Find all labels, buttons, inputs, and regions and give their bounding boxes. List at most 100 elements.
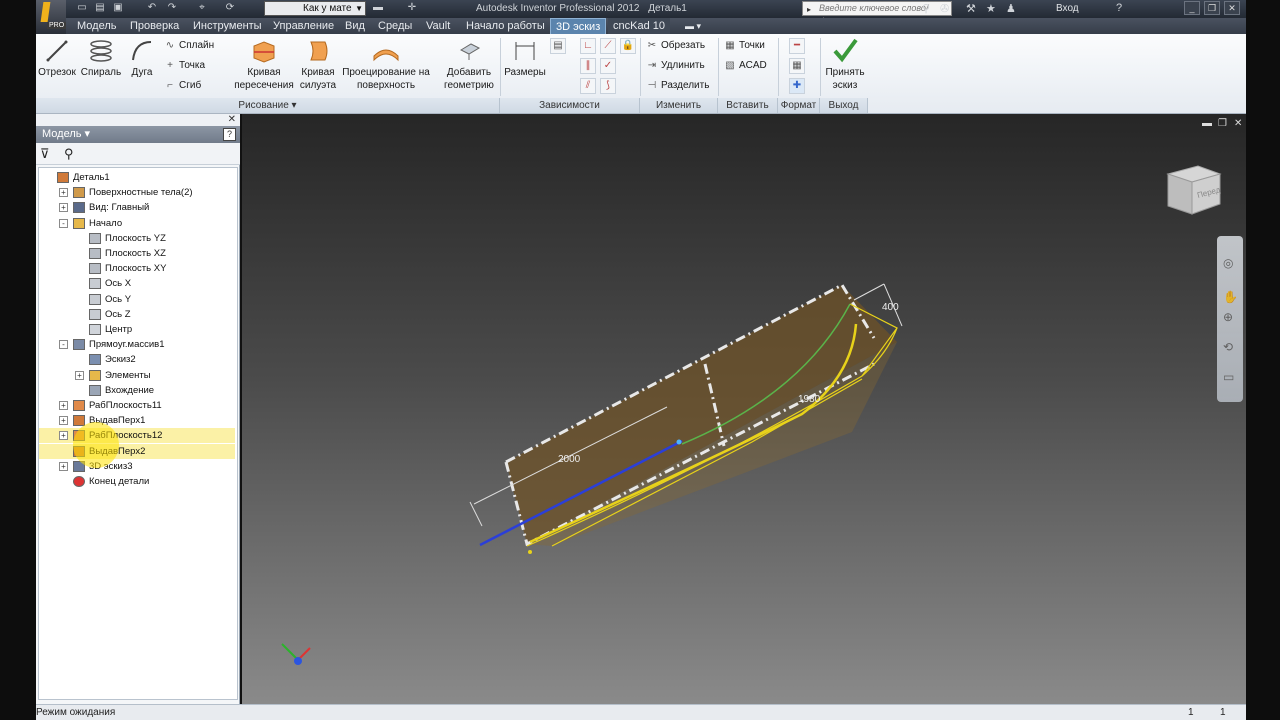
tree-item[interactable]: Вхождение	[39, 383, 235, 398]
tree-item[interactable]: Плоскость YZ	[39, 231, 235, 246]
tree-item[interactable]: + Элементы	[39, 368, 235, 383]
tab-model[interactable]: Модель	[72, 18, 121, 34]
minimize-button[interactable]: _	[1184, 1, 1200, 15]
redo-icon[interactable]: ↷	[166, 2, 178, 14]
help-icon[interactable]: ?	[1116, 2, 1122, 14]
find-binoculars-icon[interactable]: ⚲	[64, 146, 74, 162]
binoculars-icon[interactable]: ⚲	[922, 2, 930, 15]
tree-item[interactable]: + РабПлоскость11	[39, 398, 235, 413]
tree-item[interactable]: Ось Z	[39, 307, 235, 322]
import-points-button[interactable]: ▦ Точки	[724, 39, 765, 52]
tree-item[interactable]: ВыдавПерх2	[39, 443, 235, 459]
construction-icon[interactable]: ━	[789, 38, 805, 54]
arc-button[interactable]: Дуга	[124, 38, 160, 79]
open-icon[interactable]: ▤	[94, 2, 106, 14]
tab-vault[interactable]: Vault	[421, 18, 455, 34]
tree-item[interactable]: + ВыдавПерх1	[39, 413, 235, 428]
tree-expander-icon[interactable]: +	[59, 401, 68, 410]
tree-item[interactable]: Центр	[39, 322, 235, 337]
tree-expander-icon[interactable]: +	[59, 431, 68, 441]
collinear-icon[interactable]: ⫽	[580, 78, 596, 94]
coincident-icon[interactable]: ✓	[600, 58, 616, 74]
tree-item[interactable]: + Вид: Главный	[39, 200, 235, 215]
silhouette-curve-button[interactable]: Кривая силуэта	[298, 38, 338, 92]
tree-expander-icon[interactable]: +	[59, 416, 68, 426]
inventor-logo[interactable]: PRO	[36, 0, 67, 34]
intersection-curve-button[interactable]: Кривая пересечения	[232, 38, 296, 92]
tab-cnckad[interactable]: cncKad 10	[608, 18, 670, 34]
tree-item[interactable]: +3D эскиз3	[39, 459, 235, 474]
smooth-icon[interactable]: ⟆	[600, 78, 616, 94]
tab-3d-sketch[interactable]: 3D эскиз	[550, 18, 607, 34]
restore-button[interactable]: ❐	[1204, 1, 1220, 15]
helix-button[interactable]: Спираль	[80, 38, 122, 79]
trim-button[interactable]: ✂ Обрезать	[646, 39, 705, 52]
tree-item[interactable]: + РабПлоскость12	[39, 428, 235, 444]
tree-expander-icon[interactable]: +	[75, 370, 84, 380]
tree-expander-icon[interactable]: +	[59, 203, 68, 213]
fix-lock-icon[interactable]: 🔒	[620, 38, 636, 54]
tab-view[interactable]: Вид	[340, 18, 370, 34]
tab-tools[interactable]: Инструменты	[188, 18, 267, 34]
tools-icon[interactable]: ✇	[940, 2, 949, 15]
axis-icon	[89, 293, 101, 305]
tab-get-started[interactable]: Начало работы	[461, 18, 550, 34]
dimension-button[interactable]: Размеры	[502, 38, 548, 79]
login-link[interactable]: Вход	[1056, 3, 1079, 14]
star-icon[interactable]: ★	[986, 2, 996, 15]
split-button[interactable]: ⊣ Разделить	[646, 79, 710, 92]
browser-close-icon[interactable]: ✕	[228, 114, 236, 125]
trim-icon: ✂	[647, 40, 657, 51]
acad-button[interactable]: ▧ ACAD	[724, 59, 767, 72]
tab-manage[interactable]: Управление	[268, 18, 339, 34]
filter-icon[interactable]: ⊽	[40, 146, 50, 162]
tangent-icon[interactable]: ⟋	[600, 38, 616, 54]
tree-item-label: Плоскость XY	[105, 263, 167, 275]
perpendicular-icon[interactable]: ∟	[580, 38, 596, 54]
browser-help-icon[interactable]: ?	[223, 128, 236, 141]
tree-item[interactable]: Ось Y	[39, 292, 235, 307]
point-button[interactable]: + Точка	[164, 59, 205, 72]
tree-item[interactable]: + Поверхностные тела(2)	[39, 185, 235, 200]
parallel-icon[interactable]: ∥	[580, 58, 596, 74]
user-icon[interactable]: ♟	[1006, 2, 1016, 15]
tree-expander-icon[interactable]: +	[59, 461, 68, 471]
browser-header[interactable]: Модель ▾ ?	[36, 126, 240, 143]
tree-item[interactable]: - Прямоуг.массив1	[39, 337, 235, 352]
measure-icon[interactable]: ✛	[406, 2, 418, 14]
wrench-icon[interactable]: ⚒	[966, 2, 976, 15]
ribbon-display-toggle-icon[interactable]: ▬ ▾	[680, 18, 706, 34]
undo-icon[interactable]: ↶	[146, 2, 158, 14]
close-button[interactable]: ✕	[1224, 1, 1240, 15]
save-icon[interactable]: ▣	[112, 2, 124, 14]
project-to-surface-button[interactable]: Проецирование на поверхность	[338, 38, 434, 92]
tree-item[interactable]: Ось X	[39, 276, 235, 291]
bend-button[interactable]: ⌐ Сгиб	[164, 79, 201, 92]
format-grid-icon[interactable]: ✚	[789, 78, 805, 94]
include-geometry-button[interactable]: Добавить геометрию	[440, 38, 498, 92]
color-swatch-icon[interactable]: ▬	[372, 2, 384, 14]
tree-item[interactable]: Плоскость XZ	[39, 246, 235, 261]
tree-expander-icon[interactable]: +	[59, 188, 68, 198]
tree-expander-icon[interactable]: -	[59, 218, 68, 228]
tree-expander-icon[interactable]: -	[59, 340, 68, 350]
graphics-viewport[interactable]: ▬ ❐ ✕ Перед ◎ ✋ ⊕ ⟲ ▭ 2000 1980 400	[242, 114, 1246, 704]
tree-item[interactable]: Плоскость XY	[39, 261, 235, 276]
panel-label-draw[interactable]: Рисование ▾	[36, 98, 500, 113]
select-icon[interactable]: ⌖	[196, 2, 208, 14]
new-icon[interactable]: ▭	[76, 2, 88, 14]
centerline-icon[interactable]: ▦	[789, 58, 805, 74]
spline-button[interactable]: ∿ Сплайн	[164, 39, 214, 52]
tab-environments[interactable]: Среды	[373, 18, 417, 34]
tab-inspect[interactable]: Проверка	[125, 18, 184, 34]
tree-item[interactable]: Эскиз2	[39, 352, 235, 367]
tree-item[interactable]: Конец детали	[39, 474, 235, 489]
show-constraints-icon[interactable]: ▤	[550, 38, 566, 54]
finish-sketch-button[interactable]: Принять эскиз	[824, 36, 866, 92]
update-icon[interactable]: ⟳	[224, 2, 236, 14]
tree-item[interactable]: - Начало	[39, 216, 235, 231]
material-combo[interactable]: Как у мате ▼	[264, 1, 366, 16]
line-button[interactable]: Отрезок	[36, 38, 78, 79]
tree-item[interactable]: Деталь1	[39, 170, 235, 185]
extend-button[interactable]: ⇥ Удлинить	[646, 59, 705, 72]
